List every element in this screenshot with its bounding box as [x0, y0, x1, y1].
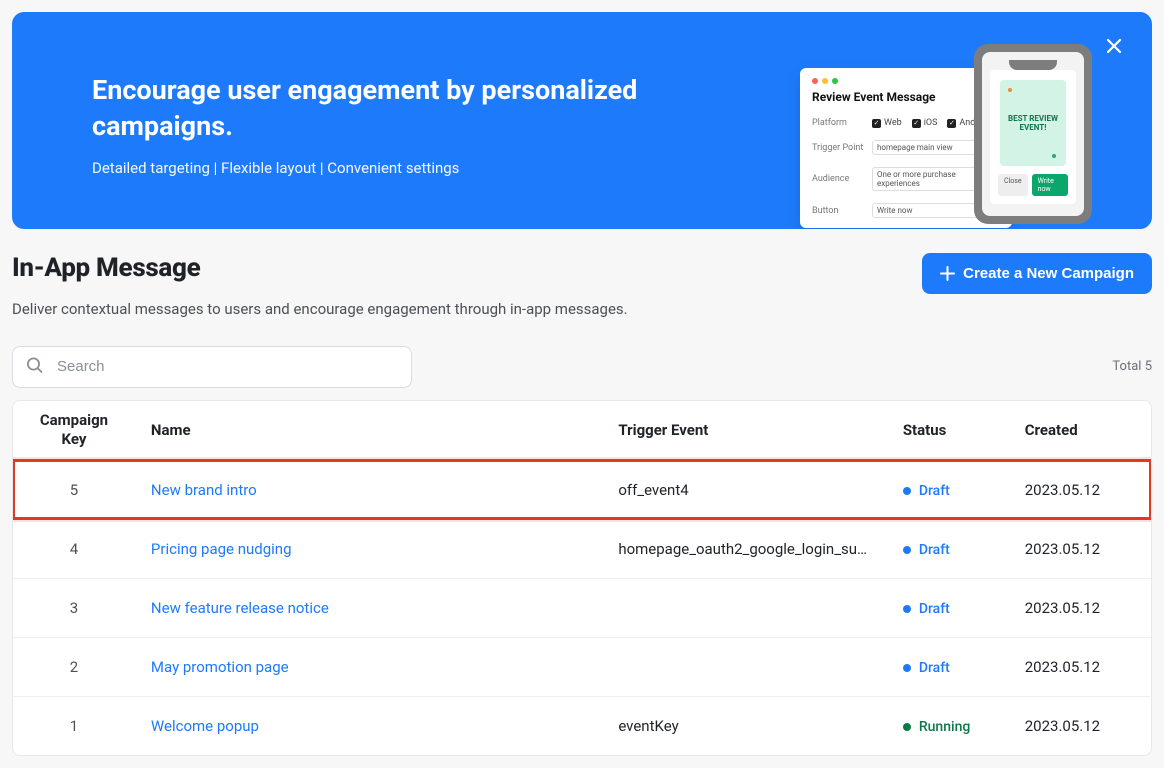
search-icon — [26, 356, 43, 377]
status-dot-icon — [903, 664, 911, 672]
promo-banner: Encourage user engagement by personalize… — [12, 12, 1152, 229]
cell-status: Draft — [887, 637, 1009, 696]
search-input[interactable] — [12, 346, 412, 388]
close-icon — [1104, 36, 1124, 56]
cell-created: 2023.05.12 — [1009, 519, 1151, 578]
table-row[interactable]: 3 New feature release notice Draft 2023.05.… — [13, 578, 1151, 637]
cell-name: Welcome popup — [135, 696, 602, 755]
banner-close-button[interactable] — [1104, 36, 1124, 56]
campaign-link[interactable]: Welcome popup — [151, 717, 259, 735]
table-row[interactable]: 2 May promotion page Draft 2023.05.12 — [13, 637, 1151, 696]
cell-name: May promotion page — [135, 637, 602, 696]
col-header-created[interactable]: Created — [1009, 401, 1151, 461]
illus-button-label: Button — [812, 206, 872, 216]
campaign-link[interactable]: Pricing page nudging — [151, 540, 292, 558]
status-dot-icon — [903, 546, 911, 554]
phone-badge: BEST REVIEW EVENT! — [1000, 80, 1066, 166]
col-header-key[interactable]: CampaignKey — [13, 401, 135, 461]
phone-close-btn: Close — [998, 174, 1028, 196]
cell-trigger — [602, 637, 887, 696]
page-title: In-App Message — [12, 253, 200, 283]
status-dot-icon — [903, 723, 911, 731]
cell-name: Pricing page nudging — [135, 519, 602, 578]
cell-created: 2023.05.12 — [1009, 696, 1151, 755]
status-badge: Draft — [903, 660, 950, 676]
create-campaign-label: Create a New Campaign — [963, 265, 1134, 282]
campaign-link[interactable]: May promotion page — [151, 658, 289, 676]
status-text: Draft — [919, 542, 950, 558]
status-text: Draft — [919, 601, 950, 617]
cell-status: Draft — [887, 460, 1009, 519]
status-text: Draft — [919, 660, 950, 676]
campaign-link[interactable]: New brand intro — [151, 481, 257, 499]
cell-created: 2023.05.12 — [1009, 578, 1151, 637]
cell-name: New brand intro — [135, 460, 602, 519]
cell-campaign-key: 3 — [13, 578, 135, 637]
campaign-link[interactable]: New feature release notice — [151, 599, 329, 617]
create-campaign-button[interactable]: Create a New Campaign — [922, 253, 1152, 294]
banner-illustration-phone: BEST REVIEW EVENT! Close Write now — [974, 44, 1092, 224]
page-description: Deliver contextual messages to users and… — [12, 300, 1152, 318]
plus-icon — [940, 266, 955, 281]
cell-status: Draft — [887, 578, 1009, 637]
cell-created: 2023.05.12 — [1009, 637, 1151, 696]
status-badge: Draft — [903, 542, 950, 558]
phone-primary-btn: Write now — [1032, 174, 1068, 196]
illus-trigger-label: Trigger Point — [812, 143, 872, 153]
total-count: Total 5 — [1112, 359, 1152, 374]
col-header-trigger[interactable]: Trigger Event — [602, 401, 887, 461]
window-dots-icon — [812, 78, 1000, 84]
status-badge: Running — [903, 719, 970, 735]
status-text: Draft — [919, 483, 950, 499]
campaigns-table: CampaignKey Name Trigger Event Status Cr… — [12, 400, 1152, 756]
banner-text: Encourage user engagement by personalize… — [92, 72, 652, 177]
table-row[interactable]: 4 Pricing page nudging homepage_oauth2_goo… — [13, 519, 1151, 578]
table-row[interactable]: 1 Welcome popup eventKey Running 2023.05.12 — [13, 696, 1151, 755]
status-badge: Draft — [903, 483, 950, 499]
col-header-status[interactable]: Status — [887, 401, 1009, 461]
cell-campaign-key: 5 — [13, 460, 135, 519]
cell-trigger — [602, 578, 887, 637]
cell-campaign-key: 4 — [13, 519, 135, 578]
cell-status: Draft — [887, 519, 1009, 578]
col-header-name[interactable]: Name — [135, 401, 602, 461]
cell-status: Running — [887, 696, 1009, 755]
status-dot-icon — [903, 487, 911, 495]
status-badge: Draft — [903, 601, 950, 617]
cell-name: New feature release notice — [135, 578, 602, 637]
cell-campaign-key: 1 — [13, 696, 135, 755]
cell-trigger: homepage_oauth2_google_login_succe — [602, 519, 887, 578]
illustration-title: Review Event Message — [812, 90, 1000, 104]
illus-audience-label: Audience — [812, 174, 872, 184]
illus-check-web: Web — [872, 118, 902, 128]
illus-check-ios: iOS — [912, 118, 938, 128]
table-row[interactable]: 5 New brand intro off_event4 Draft 2023.05.1… — [13, 460, 1151, 519]
status-text: Running — [919, 719, 970, 735]
cell-trigger: eventKey — [602, 696, 887, 755]
cell-trigger: off_event4 — [602, 460, 887, 519]
illus-platform-label: Platform — [812, 118, 872, 128]
cell-created: 2023.05.12 — [1009, 460, 1151, 519]
status-dot-icon — [903, 605, 911, 613]
cell-campaign-key: 2 — [13, 637, 135, 696]
banner-subtitle: Detailed targeting | Flexible layout | C… — [92, 159, 652, 177]
search-wrapper — [12, 346, 412, 388]
banner-title: Encourage user engagement by personalize… — [92, 72, 652, 145]
